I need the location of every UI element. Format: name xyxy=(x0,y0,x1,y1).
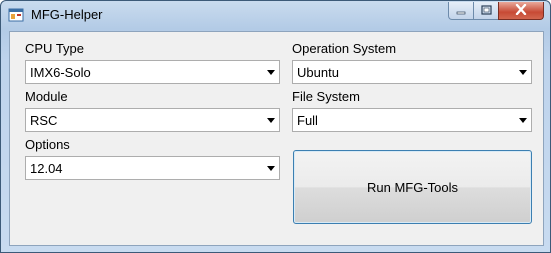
module-select[interactable]: RSC xyxy=(25,108,280,132)
close-button[interactable] xyxy=(498,2,544,20)
chevron-down-icon xyxy=(267,70,275,75)
chevron-down-icon xyxy=(267,166,275,171)
operation-system-label: Operation System xyxy=(292,41,397,56)
file-system-label: File System xyxy=(292,89,360,104)
chevron-down-icon xyxy=(519,118,527,123)
file-system-select[interactable]: Full xyxy=(292,108,532,132)
app-window-icon[interactable] xyxy=(8,7,24,23)
app-window: MFG-Helper CPU Type IMX6-Solo Operation … xyxy=(0,0,551,253)
chevron-down-icon xyxy=(519,70,527,75)
close-icon xyxy=(515,2,527,20)
run-mfg-tools-button[interactable]: Run MFG-Tools xyxy=(293,150,532,224)
cpu-type-value: IMX6-Solo xyxy=(30,65,91,80)
cpu-type-label: CPU Type xyxy=(25,41,85,56)
operation-system-value: Ubuntu xyxy=(297,65,339,80)
maximize-button[interactable] xyxy=(473,2,499,20)
file-system-value: Full xyxy=(297,113,318,128)
chevron-down-icon xyxy=(267,118,275,123)
minimize-icon xyxy=(456,2,466,20)
maximize-icon xyxy=(480,2,492,20)
window-title: MFG-Helper xyxy=(31,7,103,22)
cpu-type-select[interactable]: IMX6-Solo xyxy=(25,60,280,84)
module-value: RSC xyxy=(30,113,58,128)
minimize-button[interactable] xyxy=(448,2,474,20)
operation-system-select[interactable]: Ubuntu xyxy=(292,60,532,84)
options-label: Options xyxy=(25,137,70,152)
options-value: 12.04 xyxy=(30,161,63,176)
module-label: Module xyxy=(25,89,68,104)
form-client-area: CPU Type IMX6-Solo Operation System Ubun… xyxy=(9,31,544,246)
title-bar[interactable]: MFG-Helper xyxy=(1,1,550,30)
options-select[interactable]: 12.04 xyxy=(25,156,280,180)
